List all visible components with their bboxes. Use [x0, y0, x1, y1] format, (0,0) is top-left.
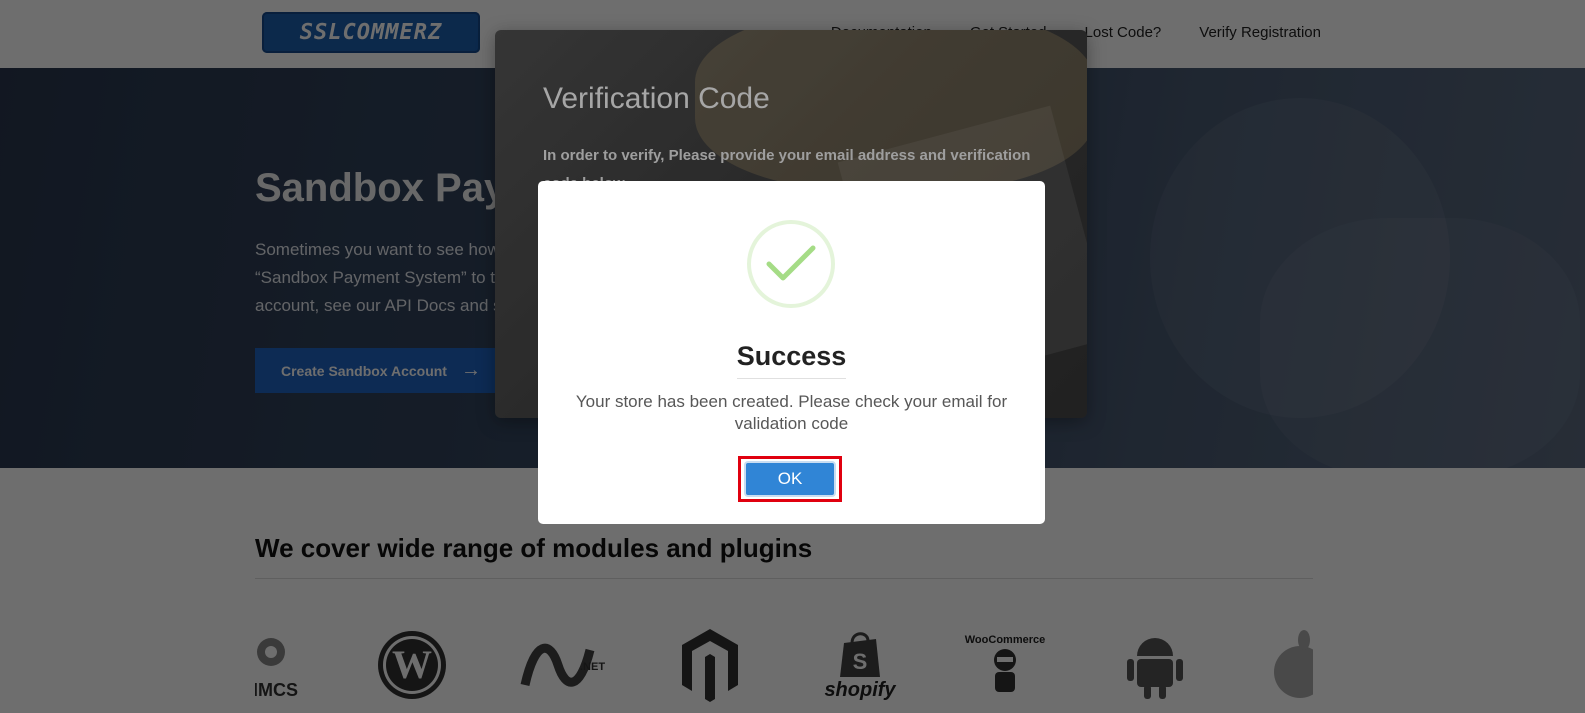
ok-button-highlight: OK [738, 456, 842, 502]
ok-button[interactable]: OK [744, 461, 836, 497]
alert-title-text: Success [736, 341, 847, 379]
success-alert-dialog: Success Your store has been created. Ple… [538, 181, 1045, 524]
alert-title: Success [538, 341, 1045, 379]
alert-message: Your store has been created. Please chec… [575, 392, 1008, 433]
success-check-icon [747, 220, 835, 308]
